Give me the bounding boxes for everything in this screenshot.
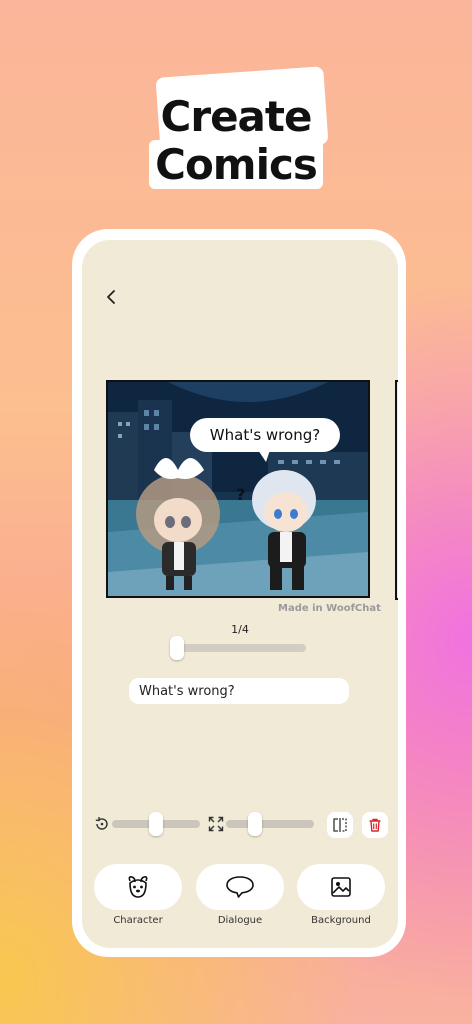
flip-horizontal-icon bbox=[333, 818, 347, 832]
scale-slider[interactable] bbox=[226, 812, 314, 836]
comic-editor-screen: ? What's wrong? Made in WoofChat 1/4 Wha… bbox=[82, 240, 398, 948]
rotate-slider[interactable] bbox=[112, 812, 200, 836]
watermark: Made in WoofChat bbox=[278, 603, 381, 614]
flip-button[interactable] bbox=[327, 812, 353, 838]
background-tool-label: Background bbox=[311, 915, 371, 926]
back-button[interactable] bbox=[100, 286, 122, 308]
delete-button[interactable] bbox=[362, 812, 388, 838]
scale-icon bbox=[208, 816, 224, 832]
comic-panel-canvas[interactable]: ? What's wrong? bbox=[106, 380, 370, 598]
speech-bubble-icon bbox=[226, 876, 254, 898]
chevron-left-icon bbox=[107, 290, 115, 304]
page-indicator: 1/4 bbox=[231, 623, 249, 636]
next-panel-peek[interactable] bbox=[395, 380, 398, 600]
dog-face-icon bbox=[128, 876, 148, 898]
comic-scene-illustration: ? What's wrong? bbox=[108, 382, 368, 596]
background-tool-button[interactable] bbox=[297, 864, 385, 910]
trash-icon bbox=[369, 818, 381, 832]
page-slider-thumb[interactable] bbox=[170, 636, 184, 660]
page-slider[interactable] bbox=[170, 636, 306, 660]
hero-title-line2-text: Comics bbox=[149, 140, 323, 189]
hero-title-line2: Comics bbox=[0, 140, 472, 189]
rotate-icon bbox=[94, 816, 110, 832]
character-tool-button[interactable] bbox=[94, 864, 182, 910]
dialogue-tool-label: Dialogue bbox=[217, 915, 263, 926]
image-icon bbox=[331, 877, 351, 897]
confused-mark: ? bbox=[236, 485, 245, 504]
character-tool-label: Character bbox=[113, 915, 163, 926]
hero-title-line1: Create bbox=[160, 92, 313, 141]
rotate-slider-thumb[interactable] bbox=[149, 812, 163, 836]
dialogue-tool-button[interactable] bbox=[196, 864, 284, 910]
dialogue-text-input[interactable] bbox=[129, 678, 349, 704]
transform-controls bbox=[82, 812, 398, 838]
scale-slider-thumb[interactable] bbox=[248, 812, 262, 836]
speech-bubble-text: What's wrong? bbox=[210, 426, 320, 444]
